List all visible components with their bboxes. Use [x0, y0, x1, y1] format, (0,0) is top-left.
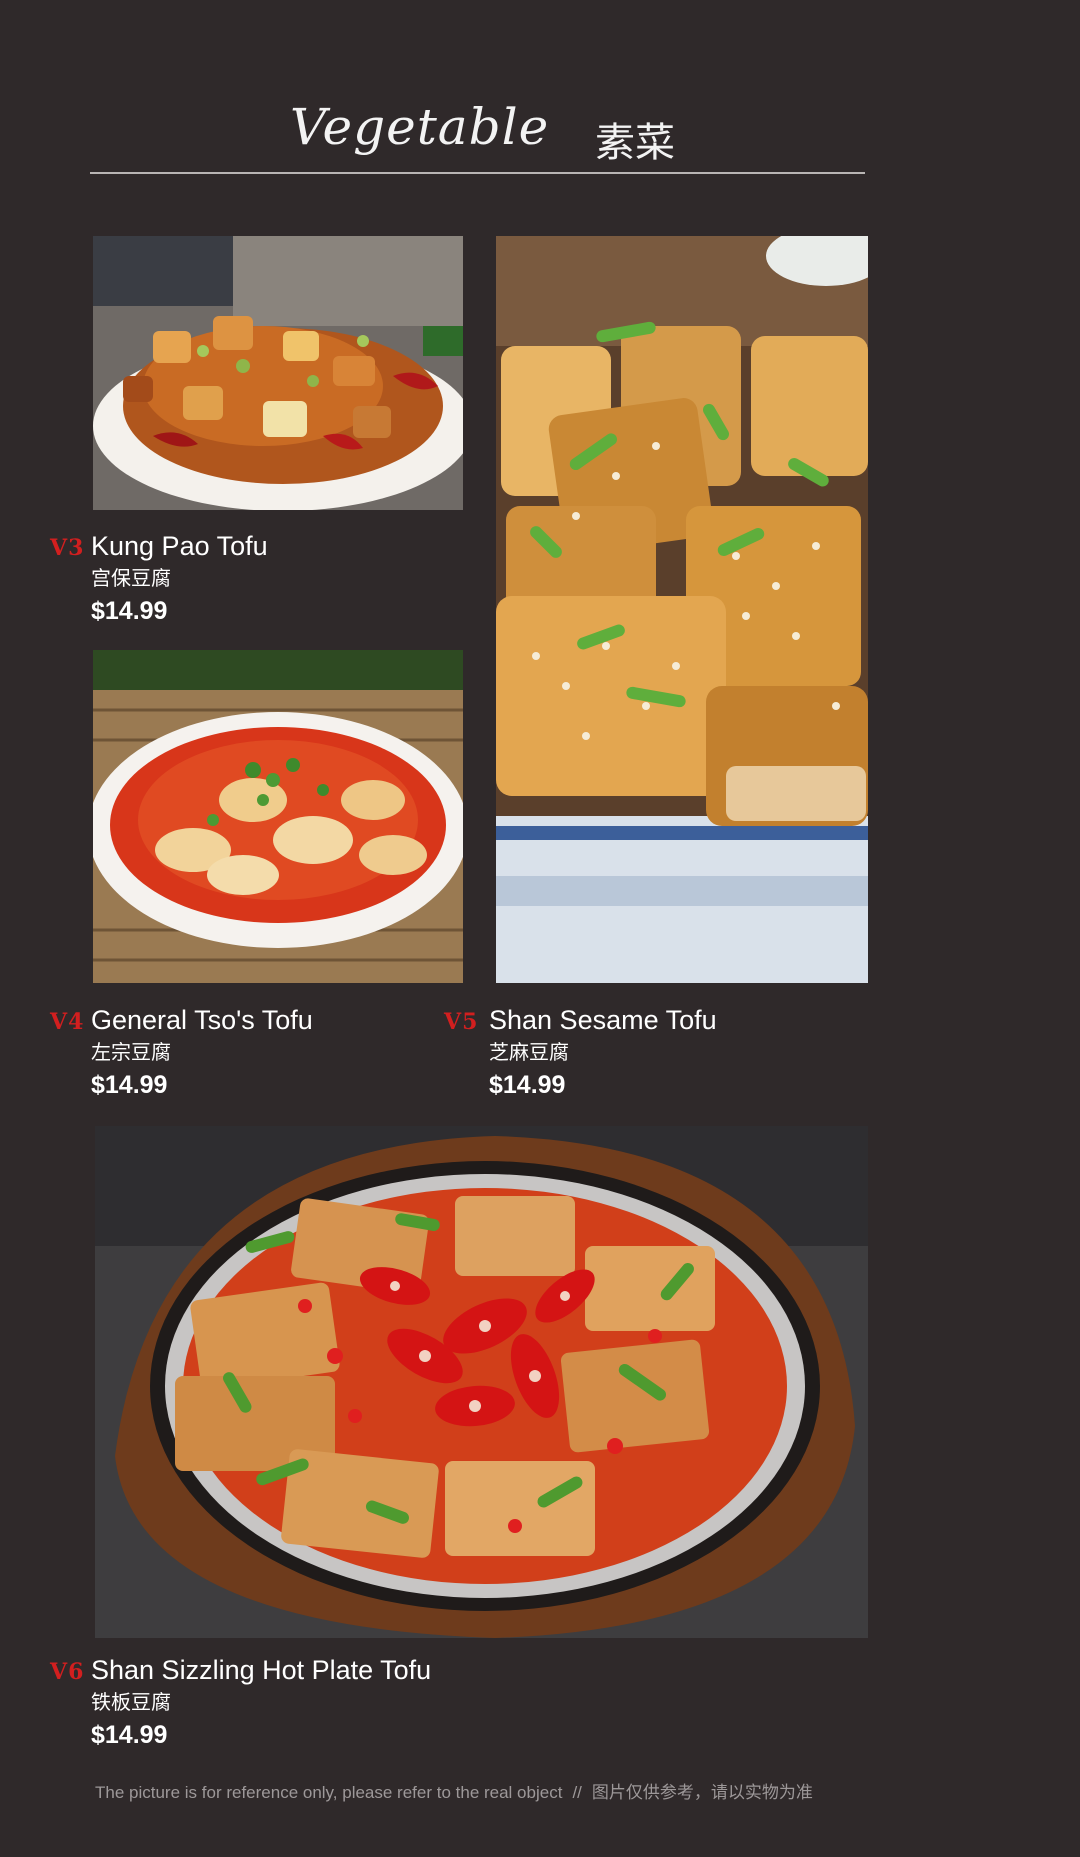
item-code: V5 [444, 1009, 479, 1035]
item-price: $14.99 [91, 1721, 168, 1749]
disclaimer-zh: 图片仅供参考，请以实物为准 [591, 1783, 813, 1802]
kung-pao-tofu-photo [93, 236, 463, 510]
item-price: $14.99 [489, 1071, 566, 1099]
item-code: V3 [50, 535, 85, 561]
sizzling-hot-plate-tofu-photo [95, 1126, 868, 1638]
general-tsos-tofu-photo [93, 650, 463, 983]
disclaimer-separator: // [572, 1783, 582, 1802]
item-name: Shan Sesame Tofu [489, 1005, 717, 1035]
disclaimer-en: The picture is for reference only, pleas… [95, 1783, 563, 1802]
menu-item-v3: V3 Kung Pao Tofu 宫保豆腐 $14.99 [50, 530, 451, 630]
item-price: $14.99 [91, 1071, 168, 1099]
menu-item-v4: V4 General Tso's Tofu 左宗豆腐 $14.99 [50, 1004, 451, 1104]
item-name-zh: 芝麻豆腐 [489, 1040, 569, 1064]
item-name-zh: 铁板豆腐 [91, 1690, 171, 1714]
item-price: $14.99 [91, 597, 168, 625]
menu-item-v5: V5 Shan Sesame Tofu 芝麻豆腐 $14.99 [444, 1004, 849, 1104]
item-name-zh: 左宗豆腐 [91, 1040, 171, 1064]
item-name: Kung Pao Tofu [91, 531, 268, 561]
shan-sesame-tofu-photo [496, 236, 868, 983]
section-title-zh: 素菜 [595, 120, 675, 166]
item-code: V6 [50, 1659, 85, 1685]
item-name-zh: 宫保豆腐 [91, 566, 171, 590]
item-name: General Tso's Tofu [91, 1005, 313, 1035]
menu-item-v6: V6 Shan Sizzling Hot Plate Tofu 铁板豆腐 $14… [50, 1654, 591, 1754]
header-divider [90, 172, 865, 174]
item-code: V4 [50, 1009, 85, 1035]
item-name: Shan Sizzling Hot Plate Tofu [91, 1655, 432, 1685]
menu-header: Vegetable 素菜 [90, 90, 865, 174]
section-title-en: Vegetable [290, 98, 550, 156]
reference-disclaimer: The picture is for reference only, pleas… [95, 1778, 813, 1803]
